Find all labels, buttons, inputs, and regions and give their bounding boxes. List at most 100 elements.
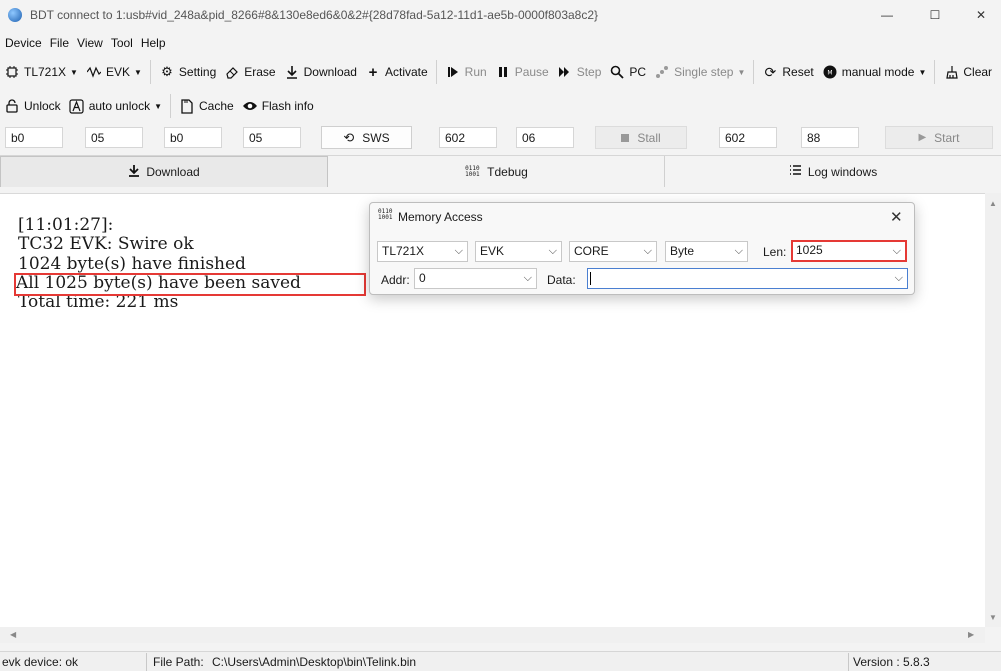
download-button[interactable]: Download bbox=[280, 60, 361, 84]
setting-button[interactable]: ⚙ Setting bbox=[155, 60, 220, 84]
data-select[interactable]: ⌵ bbox=[587, 268, 908, 289]
close-window-button[interactable]: ✕ bbox=[958, 0, 1001, 30]
menu-tool[interactable]: Tool bbox=[111, 36, 133, 50]
toolbar-divider bbox=[753, 60, 755, 84]
value-field-1[interactable]: b0 bbox=[5, 127, 63, 148]
dialog-board-select[interactable]: EVK ⌵ bbox=[475, 241, 562, 262]
board-select[interactable]: EVK ▼ bbox=[82, 60, 146, 84]
vertical-scrollbar[interactable]: ▲ ▼ bbox=[985, 193, 1001, 627]
value-field-6[interactable]: 06 bbox=[516, 127, 574, 148]
reset-label: Reset bbox=[782, 65, 814, 79]
value-field-3[interactable]: b0 bbox=[164, 127, 222, 148]
magnifier-icon bbox=[609, 64, 625, 80]
sws-button[interactable]: ⟲ SWS bbox=[321, 126, 412, 149]
len-value: 1025 bbox=[796, 243, 823, 257]
addr-label: Addr: bbox=[381, 273, 410, 287]
tab-log-windows-label: Log windows bbox=[807, 164, 878, 179]
plus-icon: + bbox=[368, 63, 378, 81]
cache-button[interactable]: Cache bbox=[175, 94, 238, 118]
pause-label: Pause bbox=[514, 65, 549, 79]
stall-button[interactable]: Stall bbox=[595, 126, 687, 149]
erase-button[interactable]: Erase bbox=[220, 60, 279, 84]
start-label: Start bbox=[934, 130, 960, 145]
menu-view[interactable]: View bbox=[77, 36, 103, 50]
pc-label: PC bbox=[629, 65, 647, 79]
app-icon bbox=[8, 8, 22, 22]
reset-button[interactable]: ⟳ Reset bbox=[758, 60, 817, 84]
window-title: BDT connect to 1:usb#vid_248a&pid_8266#8… bbox=[30, 8, 599, 22]
download-icon bbox=[128, 164, 140, 180]
scroll-right-icon: ▶ bbox=[968, 630, 975, 639]
menu-file[interactable]: File bbox=[50, 36, 69, 50]
toolbar-divider bbox=[435, 60, 437, 84]
value-field-2[interactable]: 05 bbox=[85, 127, 143, 148]
chevron-down-icon: ⌵ bbox=[454, 245, 463, 257]
unlock-button[interactable]: Unlock bbox=[0, 94, 65, 118]
tab-bar: Download 0110 1001 Tdebug Log windows bbox=[0, 155, 1001, 187]
memory-access-dialog: 0110 1001 Memory Access ✕ TL721X ⌵ EVK ⌵ CO… bbox=[369, 202, 915, 295]
close-icon: ✕ bbox=[975, 8, 987, 22]
mode-select[interactable]: M manual mode ▼ bbox=[818, 60, 931, 84]
menu-device[interactable]: Device bbox=[5, 36, 42, 50]
maximize-button[interactable]: ☐ bbox=[912, 0, 958, 30]
tab-log-windows[interactable]: Log windows bbox=[665, 156, 1001, 187]
dialog-board-value: EVK bbox=[480, 244, 505, 258]
status-divider bbox=[146, 653, 147, 671]
chevron-down-icon: ⌵ bbox=[643, 245, 652, 257]
auto-unlock-select[interactable]: auto unlock ▼ bbox=[65, 94, 166, 118]
toolbar-divider bbox=[934, 60, 936, 84]
reset-icon: ⟳ bbox=[764, 63, 777, 80]
chevron-down-icon: ▼ bbox=[70, 67, 78, 77]
len-select[interactable]: 1025 ⌵ bbox=[791, 240, 907, 262]
chip-select[interactable]: TL721X ▼ bbox=[0, 60, 82, 84]
minimize-button[interactable]: — bbox=[864, 0, 910, 30]
clear-button[interactable]: Clear bbox=[939, 60, 996, 84]
single-step-label: Single step bbox=[674, 65, 734, 79]
value-field-7[interactable]: 602 bbox=[719, 127, 777, 148]
secondary-toolbar: Unlock auto unlock ▼ Cache Flash info bbox=[0, 94, 1001, 118]
value-field-4[interactable]: 05 bbox=[243, 127, 301, 148]
dialog-region-select[interactable]: CORE ⌵ bbox=[569, 241, 657, 262]
start-button[interactable]: ▶ Start bbox=[885, 126, 993, 149]
log-line: 1024 byte(s) have finished bbox=[18, 254, 246, 274]
erase-label: Erase bbox=[244, 65, 276, 79]
sync-icon: ⟲ bbox=[343, 129, 355, 145]
play-icon: ▶ bbox=[918, 132, 927, 143]
binary-search-icon: 0110 1001 bbox=[465, 164, 480, 178]
pause-button[interactable]: Pause bbox=[491, 60, 553, 84]
value-field-8[interactable]: 88 bbox=[801, 127, 859, 148]
chevron-down-icon: ▼ bbox=[737, 67, 746, 77]
main-toolbar: TL721X ▼ EVK ▼ ⚙ Setting Erase Download + Ac… bbox=[0, 60, 1001, 84]
chip-icon bbox=[4, 64, 20, 80]
pc-button[interactable]: PC bbox=[605, 60, 650, 84]
unlock-label: Unlock bbox=[24, 99, 61, 113]
dialog-chip-select[interactable]: TL721X ⌵ bbox=[377, 241, 468, 262]
tab-tdebug[interactable]: 0110 1001 Tdebug bbox=[329, 156, 665, 187]
dialog-close-button[interactable]: ✕ bbox=[890, 208, 903, 226]
flash-info-button[interactable]: Flash info bbox=[238, 94, 318, 118]
chevron-down-icon: ▼ bbox=[133, 67, 142, 77]
activate-label: Activate bbox=[384, 65, 428, 79]
stop-icon bbox=[621, 133, 630, 142]
toolbar-divider bbox=[149, 60, 151, 84]
download-icon bbox=[284, 64, 300, 80]
run-button[interactable]: Run bbox=[441, 60, 491, 84]
horizontal-scrollbar[interactable]: ◀ ▶ bbox=[0, 627, 985, 643]
chip-label: TL721X bbox=[24, 65, 67, 79]
log-line: TC32 EVK: Swire ok bbox=[18, 234, 194, 254]
menu-help[interactable]: Help bbox=[141, 36, 166, 50]
dialog-unit-select[interactable]: Byte ⌵ bbox=[665, 241, 748, 262]
value-field-5[interactable]: 602 bbox=[439, 127, 497, 148]
tab-download[interactable]: Download bbox=[0, 156, 328, 187]
addr-select[interactable]: 0 ⌵ bbox=[414, 268, 537, 289]
activate-button[interactable]: + Activate bbox=[361, 60, 432, 84]
chevron-down-icon: ⌵ bbox=[523, 272, 532, 284]
step-button[interactable]: Step bbox=[553, 60, 606, 84]
chevron-down-icon: ⌵ bbox=[734, 245, 743, 257]
step-icon bbox=[557, 64, 573, 80]
svg-text:M: M bbox=[827, 70, 832, 77]
log-line: [11:01:27]: bbox=[18, 215, 114, 235]
flash-info-label: Flash info bbox=[261, 99, 314, 113]
single-step-select[interactable]: Single step ▼ bbox=[650, 60, 749, 84]
file-path-value: C:\Users\Admin\Desktop\bin\Telink.bin bbox=[212, 655, 417, 669]
